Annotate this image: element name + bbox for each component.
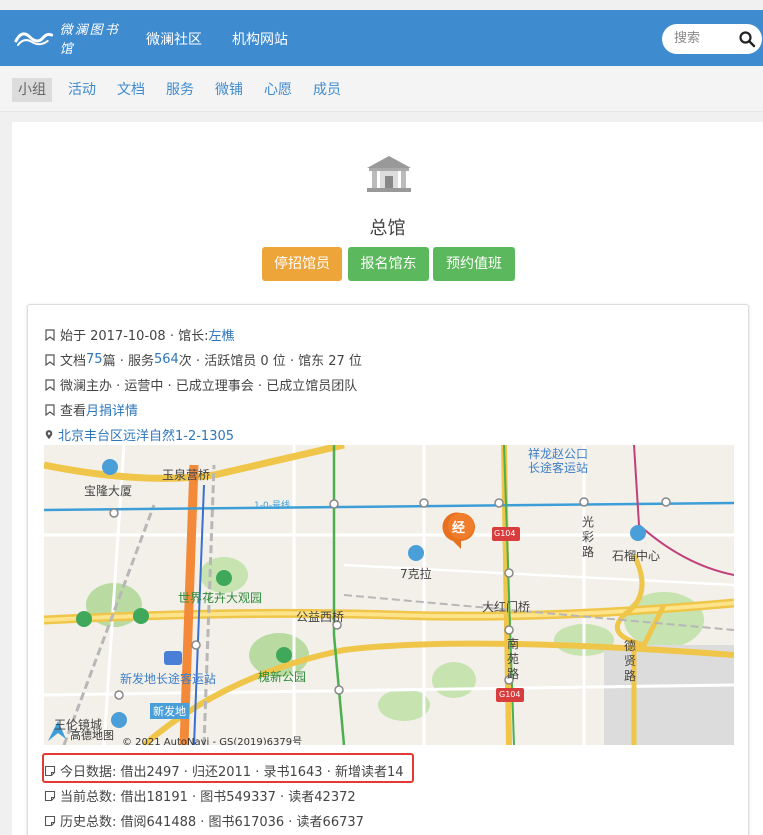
bookmark-icon [45,353,55,366]
stop-recruit-button[interactable]: 停招馆员 [262,247,342,281]
map-label: 路 [624,669,637,683]
subnav-members-tab[interactable]: 成员 [307,78,347,102]
info-stats-line: 文档 75 篇 · 服务 564 次 · 活跃馆员 0 位 · 馆东 27 位 [44,350,362,369]
map-canvas [44,445,734,745]
map-label: 路 [582,545,595,559]
search-box [662,24,762,54]
search-icon[interactable] [738,30,756,48]
location-map[interactable]: 宝隆大厦 玉泉营桥 1-0-号线 祥龙赵公口 长途客运站 光 彩 路 石榴中心 … [44,445,734,745]
docs-label: 文档 [60,354,87,369]
book-shift-button[interactable]: 预约值班 [433,247,515,281]
today-stats-text: 今日数据: 借出2497 · 归还2011 · 录书1643 · 新增读者14 [60,765,404,780]
logo-text: 微澜图书馆 [59,23,120,57]
info-status-line: 微澜主办 · 运营中 · 已成立理事会 · 已成立馆员团队 [44,375,357,394]
services-label: 篇 · 服务 [102,354,154,369]
search-input[interactable] [674,30,734,45]
subnav-shop-tab[interactable]: 微铺 [209,78,249,102]
map-label: 长途客运站 [528,461,589,475]
subnav-services-tab[interactable]: 服务 [160,78,200,102]
map-label: 1-0-号线 [254,501,290,511]
curator-link[interactable]: 左樵 [208,325,234,344]
map-label: 槐新公园 [258,670,307,684]
nav-org-site-link[interactable]: 机构网站 [232,29,288,49]
note-icon [44,765,56,776]
map-label: 公益西桥 [296,610,345,624]
donation-prefix: 查看 [60,404,87,419]
history-stats-text: 历史总数: 借阅641488 · 图书617036 · 读者66737 [60,815,364,830]
subnav-docs-tab[interactable]: 文档 [111,78,151,102]
top-header: 微澜图书馆 微澜社区 机构网站 [0,10,763,66]
branch-info-panel: 始于 2017-10-08 · 馆长: 左樵 文档 75 篇 · 服务 564 … [27,304,749,835]
status-text: 微澜主办 · 运营中 · 已成立理事会 · 已成立馆员团队 [60,379,358,394]
current-stats-line: 当前总数: 借出18191 · 图书549337 · 读者42372 [44,786,356,805]
map-label: 宝隆大厦 [84,484,133,498]
signup-donor-button[interactable]: 报名馆东 [348,247,429,281]
members-summary: 次 · 活跃馆员 0 位 · 馆东 27 位 [178,354,362,369]
info-founded-line: 始于 2017-10-08 · 馆长: 左樵 [44,325,234,344]
library-building-icon [367,156,411,192]
map-label: 新发地 [150,703,189,719]
history-stats-line: 历史总数: 借阅641488 · 图书617036 · 读者66737 [44,811,364,830]
branch-main: 总馆 停招馆员 报名馆东 预约值班 始于 2017-10-08 · 馆长: 左樵… [12,122,763,835]
map-label: 大红门桥 [482,600,531,614]
note-icon [44,815,56,826]
nav-community-link[interactable]: 微澜社区 [146,29,202,49]
today-stats-line: 今日数据: 借出2497 · 归还2011 · 录书1643 · 新增读者14 [44,761,404,780]
bookmark-icon [45,378,55,391]
map-label: 路 [507,667,520,681]
subnav-wishes-tab[interactable]: 心愿 [258,78,298,102]
bookmark-icon [45,328,55,341]
map-label: G104 [494,529,516,538]
map-label: 新发地长途客运站 [120,672,217,686]
subnav-group-tab[interactable]: 小组 [12,78,52,102]
map-label: G104 [499,690,521,699]
map-label: 玉泉营桥 [162,468,211,482]
sub-navigation: 小组 活动 文档 服务 微铺 心愿 成员 [0,66,763,112]
map-label: 7克拉 [400,567,432,581]
site-logo[interactable]: 微澜图书馆 [14,23,134,57]
map-copyright: © 2021 AutoNavi - GS(2019)6379号 [122,737,303,745]
map-marker-label[interactable]: 经 [452,517,465,536]
note-icon [44,790,56,801]
map-label: 世界花卉大观园 [178,591,263,605]
founded-text: 始于 2017-10-08 · 馆长: [60,329,209,344]
branch-title: 总馆 [369,218,406,239]
address-link[interactable]: 北京丰台区远洋自然1-2-1305 [58,425,234,444]
map-provider-logo: 高德地图 [70,729,114,742]
info-donation-line: 查看 月捐详情 [44,400,138,419]
map-pin-icon [45,429,53,439]
current-stats-text: 当前总数: 借出18191 · 图书549337 · 读者42372 [60,790,356,805]
map-label: 石榴中心 [612,549,661,563]
wave-logo-icon [14,32,54,46]
subnav-activity-tab[interactable]: 活动 [62,78,102,102]
info-address-line: 北京丰台区远洋自然1-2-1305 [44,425,234,444]
services-count-link[interactable]: 564 [154,352,179,367]
donation-details-link[interactable]: 月捐详情 [86,400,138,419]
bookmark-icon [45,403,55,416]
docs-count-link[interactable]: 75 [86,352,103,367]
